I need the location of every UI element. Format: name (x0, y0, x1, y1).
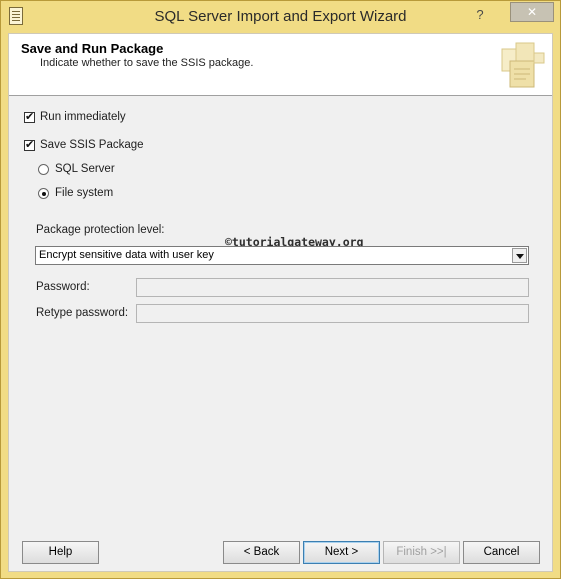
password-field[interactable] (136, 278, 529, 297)
page-title: Save and Run Package (21, 41, 164, 56)
protection-level-label: Package protection level: (36, 224, 165, 236)
run-immediately-label[interactable]: Run immediately (40, 111, 126, 123)
help-title-icon[interactable]: ? (467, 7, 493, 27)
next-button[interactable]: Next > (303, 541, 380, 564)
close-button[interactable]: ✕ (510, 2, 554, 22)
wizard-client-area: Save and Run Package Indicate whether to… (8, 33, 553, 572)
sql-server-radio[interactable] (38, 164, 49, 175)
title-bar[interactable]: SQL Server Import and Export Wizard ? ✕ (1, 1, 560, 33)
finish-button[interactable]: Finish >>| (383, 541, 460, 564)
file-system-radio[interactable] (38, 188, 49, 199)
page-header: Save and Run Package Indicate whether to… (9, 34, 552, 96)
retype-password-label: Retype password: (36, 307, 129, 319)
page-subtitle: Indicate whether to save the SSIS packag… (40, 57, 254, 69)
help-button[interactable]: Help (22, 541, 99, 564)
file-system-label[interactable]: File system (55, 187, 113, 199)
run-immediately-checkbox[interactable] (24, 110, 35, 123)
cancel-button[interactable]: Cancel (463, 541, 540, 564)
password-label: Password: (36, 281, 90, 293)
package-graphic-icon (501, 42, 545, 88)
protection-level-value: Encrypt sensitive data with user key (39, 249, 214, 261)
save-ssis-package-checkbox[interactable] (24, 138, 35, 151)
retype-password-field[interactable] (136, 304, 529, 323)
chevron-down-icon[interactable] (512, 248, 527, 263)
save-ssis-package-label[interactable]: Save SSIS Package (40, 139, 144, 151)
protection-level-dropdown[interactable]: Encrypt sensitive data with user key (35, 246, 529, 265)
back-button[interactable]: < Back (223, 541, 300, 564)
sql-server-label[interactable]: SQL Server (55, 163, 115, 175)
wizard-window: SQL Server Import and Export Wizard ? ✕ … (0, 0, 561, 579)
